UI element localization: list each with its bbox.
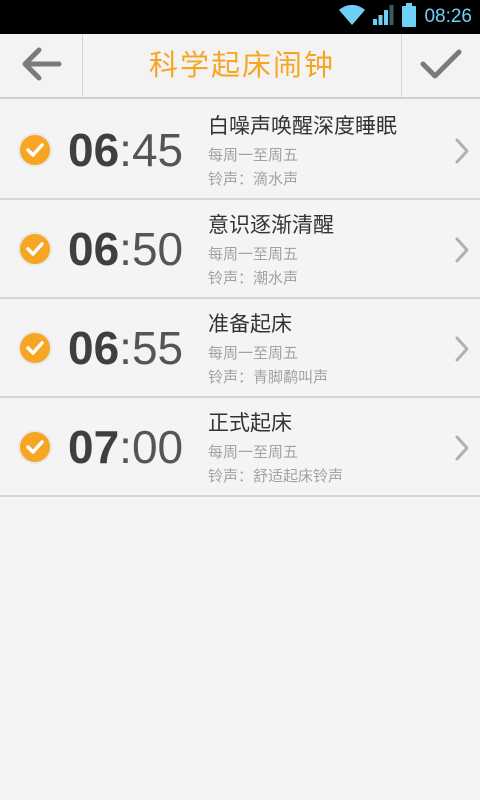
alarm-repeat: 每周一至周五 (208, 245, 299, 263)
alarm-info: 意识逐渐清醒 每周一至周五 铃声：潮水声 (208, 210, 440, 290)
alarm-minute: 55 (131, 322, 184, 374)
alarm-minute: 45 (131, 124, 184, 176)
enabled-check-icon[interactable] (18, 331, 52, 365)
check-icon (419, 47, 463, 85)
alarm-ringtone: 铃声：青脚鹬叫声 (208, 368, 329, 386)
chevron-right-icon (454, 335, 470, 363)
enabled-check-icon[interactable] (18, 232, 52, 266)
alarm-ringtone: 铃声：潮水声 (208, 269, 299, 287)
wifi-icon (338, 4, 366, 30)
alarm-minute: 00 (131, 421, 184, 473)
alarm-time: 06:55 (68, 319, 183, 377)
confirm-button[interactable] (401, 34, 480, 97)
battery-icon (402, 3, 417, 31)
alarm-name: 意识逐渐清醒 (208, 213, 334, 237)
alarm-item[interactable]: 07:00 正式起床 每周一至周五 铃声：舒适起床铃声 (0, 398, 480, 497)
alarm-minute: 50 (131, 223, 184, 275)
enabled-check-icon[interactable] (18, 430, 52, 464)
alarm-item[interactable]: 06:50 意识逐渐清醒 每周一至周五 铃声：潮水声 (0, 200, 480, 299)
alarm-hour: 07 (68, 421, 120, 473)
alarm-repeat: 每周一至周五 (208, 344, 299, 362)
time-separator: : (119, 124, 132, 176)
alarm-list: 06:45 白噪声唤醒深度睡眠 每周一至周五 铃声：滴水声 06:50 意识逐渐… (0, 101, 480, 497)
alarm-name: 准备起床 (208, 312, 292, 336)
status-clock: 08:26 (424, 6, 472, 27)
alarm-repeat: 每周一至周五 (208, 443, 299, 461)
alarm-item[interactable]: 06:45 白噪声唤醒深度睡眠 每周一至周五 铃声：滴水声 (0, 101, 480, 200)
alarm-time: 06:50 (68, 220, 183, 278)
alarm-time: 07:00 (68, 418, 183, 476)
alarm-ringtone: 铃声：滴水声 (208, 170, 299, 188)
time-separator: : (119, 421, 132, 473)
alarm-info: 正式起床 每周一至周五 铃声：舒适起床铃声 (208, 408, 440, 488)
alarm-name: 白噪声唤醒深度睡眠 (208, 114, 397, 138)
time-separator: : (119, 223, 132, 275)
chevron-right-icon (454, 137, 470, 165)
page-title: 科学起床闹钟 (148, 48, 335, 82)
back-button[interactable] (0, 34, 83, 97)
status-bar: 08:26 (0, 0, 480, 34)
alarm-time: 06:45 (68, 121, 183, 179)
chevron-right-icon (454, 236, 470, 264)
alarm-info: 准备起床 每周一至周五 铃声：青脚鹬叫声 (208, 309, 440, 389)
signal-icon (372, 4, 394, 30)
alarm-hour: 06 (68, 223, 120, 275)
arrow-left-icon (19, 46, 63, 86)
alarm-name: 正式起床 (208, 411, 292, 435)
alarm-ringtone: 铃声：舒适起床铃声 (208, 467, 344, 485)
alarm-info: 白噪声唤醒深度睡眠 每周一至周五 铃声：滴水声 (208, 111, 440, 191)
alarm-item[interactable]: 06:55 准备起床 每周一至周五 铃声：青脚鹬叫声 (0, 299, 480, 398)
alarm-repeat: 每周一至周五 (208, 146, 299, 164)
enabled-check-icon[interactable] (18, 133, 52, 167)
alarm-hour: 06 (68, 124, 120, 176)
time-separator: : (119, 322, 132, 374)
title-bar: 科学起床闹钟 (0, 34, 480, 99)
alarm-hour: 06 (68, 322, 120, 374)
chevron-right-icon (454, 434, 470, 462)
